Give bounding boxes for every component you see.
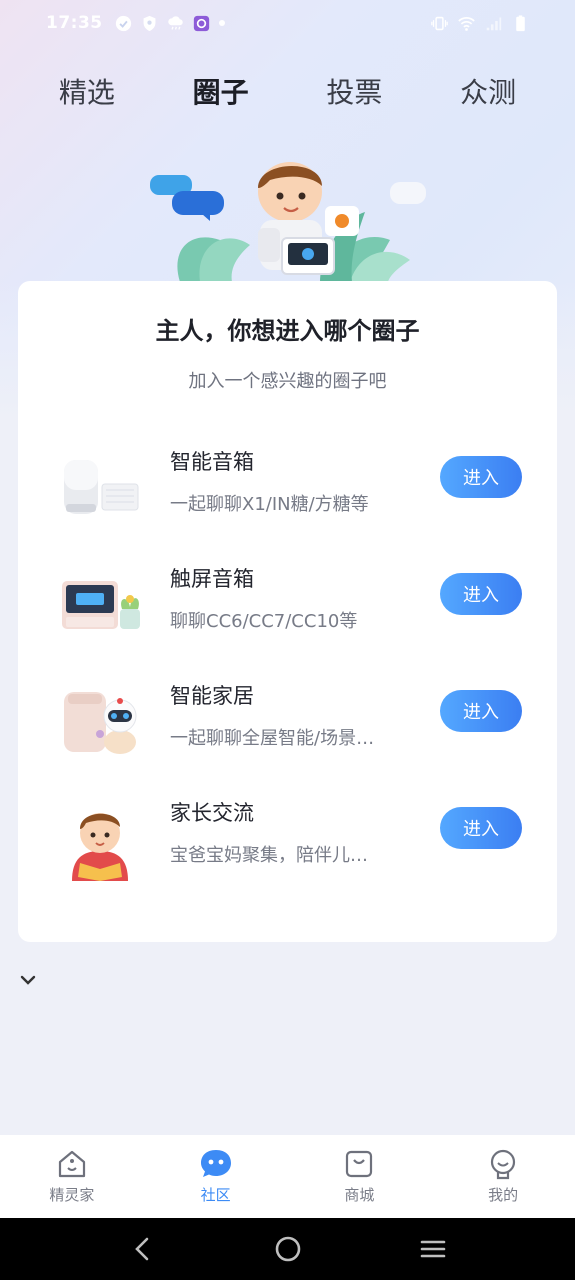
parent-child-icon xyxy=(72,813,128,881)
shield-icon xyxy=(143,15,156,31)
smart-speaker-icon xyxy=(64,460,139,514)
check-circle-icon xyxy=(115,15,131,31)
nav-item-community[interactable]: 社区 xyxy=(144,1135,288,1218)
tab-beta-test[interactable]: 众测 xyxy=(433,70,543,120)
card-title: 主人，你想进入哪个圈子 xyxy=(155,317,420,345)
nav-label: 我的 xyxy=(488,1186,519,1204)
nav-item-profile[interactable]: 我的 xyxy=(431,1135,575,1218)
circle-name: 家长交流 xyxy=(170,801,254,825)
enter-button-smart-speaker[interactable]: 进入 xyxy=(440,456,522,498)
signal-icon xyxy=(486,17,502,30)
enter-button-parents[interactable]: 进入 xyxy=(440,807,522,849)
circle-item-smart-speaker: 智能音箱 一起聊聊X1/IN糖/方糖等 进入 xyxy=(18,446,557,546)
enter-button-touchscreen-speaker[interactable]: 进入 xyxy=(440,573,522,615)
circle-name: 智能家居 xyxy=(170,684,254,708)
cloud-rain-icon xyxy=(167,15,183,30)
nav-label: 社区 xyxy=(200,1186,231,1204)
nav-label: 商城 xyxy=(344,1186,375,1204)
home-icon xyxy=(58,1150,85,1178)
card-subtitle: 加入一个感兴趣的圈子吧 xyxy=(188,371,387,392)
back-icon[interactable] xyxy=(128,1234,158,1264)
circle-description: 一起聊聊X1/IN糖/方糖等 xyxy=(170,494,369,515)
circle-description: 一起聊聊全屋智能/场景… xyxy=(170,728,375,749)
circle-description: 宝爸宝妈聚集，陪伴儿… xyxy=(170,845,368,866)
hero-illustration xyxy=(150,162,426,282)
enter-button-smart-home[interactable]: 进入 xyxy=(440,690,522,732)
nav-item-home[interactable]: 精灵家 xyxy=(0,1135,144,1218)
vibrate-icon xyxy=(431,16,448,30)
smart-home-icon xyxy=(64,692,137,754)
nav-label: 精灵家 xyxy=(49,1186,95,1204)
wifi-icon xyxy=(458,16,475,31)
circle-item-smart-home: 智能家居 一起聊聊全屋智能/场景… 进入 xyxy=(18,680,557,780)
status-time: 17:35 xyxy=(46,13,103,33)
menu-icon[interactable] xyxy=(418,1234,448,1264)
tab-vote[interactable]: 投票 xyxy=(299,70,409,120)
home-circle-icon[interactable] xyxy=(273,1234,303,1264)
dot-icon xyxy=(218,20,225,26)
shopping-bag-icon xyxy=(346,1150,373,1178)
circle-selection-card: 主人，你想进入哪个圈子 加入一个感兴趣的圈子吧 智能音箱 一起聊聊X1/IN糖/… xyxy=(18,281,557,942)
top-tabs: 精选 圈子 投票 众测 xyxy=(0,70,575,120)
tab-featured[interactable]: 精选 xyxy=(32,70,142,120)
community-icon xyxy=(200,1150,231,1177)
circle-name: 智能音箱 xyxy=(170,450,254,474)
system-navigation-bar xyxy=(0,1218,575,1280)
bottom-navigation: 精灵家 社区 商城 我的 xyxy=(0,1135,575,1218)
circle-item-parents: 家长交流 宝爸宝妈聚集，陪伴儿… 进入 xyxy=(18,797,557,897)
status-bar: 17:35 xyxy=(0,0,575,46)
nav-item-mall[interactable]: 商城 xyxy=(288,1135,432,1218)
profile-icon xyxy=(491,1149,516,1180)
battery-icon xyxy=(516,14,525,31)
circle-name: 触屏音箱 xyxy=(170,567,254,591)
tab-circles[interactable]: 圈子 xyxy=(166,70,276,120)
circle-description: 聊聊CC6/CC7/CC10等 xyxy=(170,611,358,632)
circle-item-touchscreen-speaker: 触屏音箱 聊聊CC6/CC7/CC10等 进入 xyxy=(18,563,557,663)
app-notification-icon xyxy=(193,15,209,31)
chevron-down-icon[interactable] xyxy=(18,972,38,988)
touchscreen-speaker-icon xyxy=(62,581,140,629)
